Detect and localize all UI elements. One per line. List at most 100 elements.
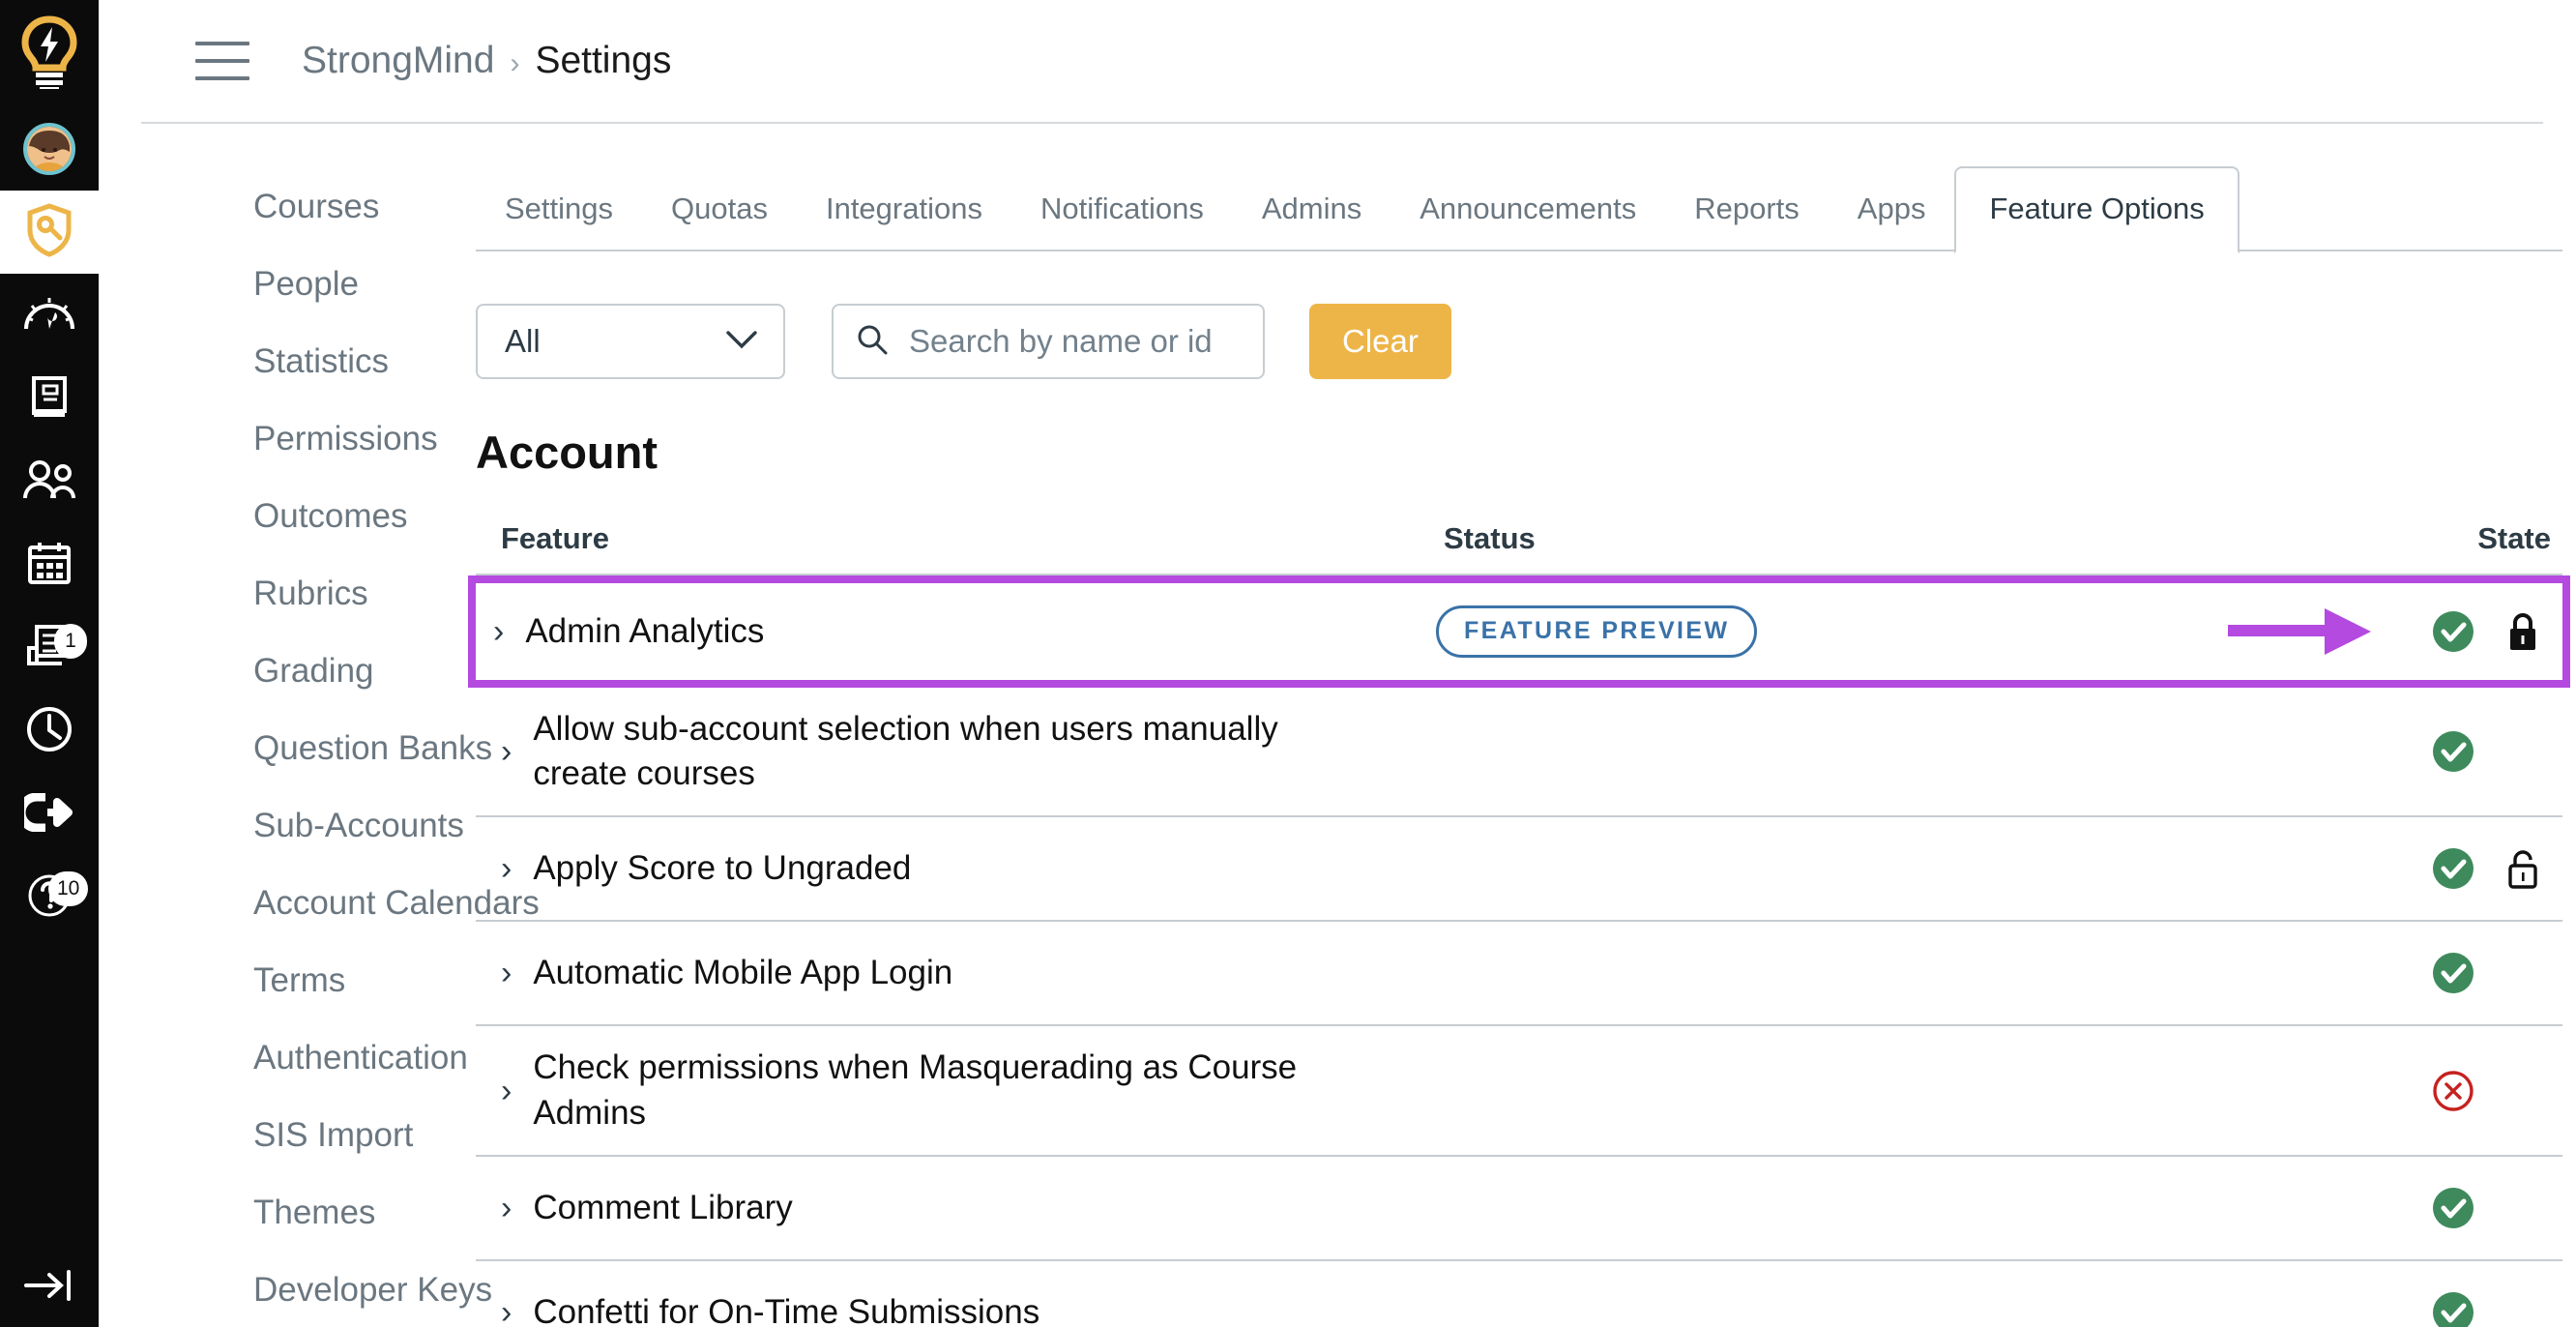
lock-placeholder: [2501, 729, 2545, 774]
green-check-icon[interactable]: [2431, 729, 2475, 774]
table-row[interactable]: › Check permissions when Masquerading as…: [476, 1026, 2562, 1157]
search-input[interactable]: Search by name or id: [832, 304, 1265, 379]
table-row[interactable]: › Comment Library: [476, 1157, 2562, 1261]
lock-closed-icon[interactable]: [2501, 609, 2545, 654]
feature-name: Admin Analytics: [525, 611, 765, 650]
global-nav-item-calendar[interactable]: [0, 523, 99, 606]
search-placeholder: Search by name or id: [909, 323, 1213, 359]
breadcrumb-root[interactable]: StrongMind: [302, 40, 494, 82]
lightbulb-logo-icon[interactable]: [19, 15, 79, 94]
global-nav-item-inbox[interactable]: 1: [0, 606, 99, 690]
content-area: StrongMind › Settings Courses People Sta…: [99, 0, 2576, 1327]
feature-state-cell: [2375, 1290, 2559, 1327]
global-nav-item-history[interactable]: [0, 690, 99, 773]
breadcrumb-separator-icon: ›: [510, 47, 520, 79]
chevron-right-icon[interactable]: ›: [501, 957, 512, 989]
chevron-right-icon[interactable]: ›: [493, 615, 504, 648]
global-nav-item-groups[interactable]: [0, 440, 99, 523]
sidebar-item-themes[interactable]: Themes: [253, 1194, 476, 1232]
table-row[interactable]: › Confetti for On-Time Submissions: [476, 1261, 2562, 1327]
chevron-right-icon[interactable]: ›: [501, 735, 512, 768]
global-nav-item-commons[interactable]: [0, 773, 99, 856]
sidebar-item-terms[interactable]: Terms: [253, 961, 476, 1000]
avatar-icon: [23, 123, 75, 175]
red-x-icon[interactable]: [2431, 1069, 2475, 1113]
global-nav-item-admin[interactable]: [0, 191, 99, 274]
sidebar-item-statistics[interactable]: Statistics: [253, 342, 476, 381]
feature-name-cell: › Check permissions when Masquerading as…: [501, 1046, 1444, 1135]
feature-state-cell: [2375, 1069, 2559, 1113]
application-window: 1 10 StrongMind › Settings Courses Peopl…: [0, 0, 2576, 1327]
clock-icon: [26, 706, 73, 757]
green-check-icon[interactable]: [2431, 846, 2475, 891]
chevron-right-icon[interactable]: ›: [501, 852, 512, 885]
chevron-right-icon[interactable]: ›: [501, 1075, 512, 1107]
feature-table: › Admin Analytics FEATURE PREVIEW › Allo…: [468, 574, 2570, 1327]
chevron-down-icon: [725, 329, 758, 355]
tab-apps[interactable]: Apps: [1829, 192, 1955, 251]
green-check-icon[interactable]: [2431, 1290, 2475, 1327]
table-row[interactable]: › Admin Analytics FEATURE PREVIEW: [468, 575, 2570, 688]
sidebar-item-account-calendars[interactable]: Account Calendars: [253, 884, 540, 923]
tab-reports[interactable]: Reports: [1665, 192, 1829, 251]
sidebar-item-rubrics[interactable]: Rubrics: [253, 575, 476, 613]
global-navigation: 1 10: [0, 0, 99, 1327]
feature-name-cell: › Automatic Mobile App Login: [501, 951, 1444, 995]
feature-state-cell: [2375, 609, 2559, 654]
chevron-right-icon[interactable]: ›: [501, 1296, 512, 1327]
sidebar-item-sub-accounts[interactable]: Sub-Accounts: [253, 807, 476, 845]
column-header-feature: Feature: [501, 521, 609, 555]
green-check-icon[interactable]: [2431, 1186, 2475, 1230]
tab-feature-options[interactable]: Feature Options: [1954, 166, 2239, 253]
green-check-icon[interactable]: [2431, 951, 2475, 995]
inbox-badge-count: 1: [54, 624, 87, 659]
lock-placeholder: [2501, 1069, 2545, 1113]
feature-state-cell: [2375, 1186, 2559, 1230]
tab-admins[interactable]: Admins: [1233, 192, 1390, 251]
hamburger-menu-icon[interactable]: [195, 42, 249, 80]
tab-announcements[interactable]: Announcements: [1390, 192, 1665, 251]
tab-integrations[interactable]: Integrations: [797, 192, 1011, 251]
sidebar-item-sis-import[interactable]: SIS Import: [253, 1116, 476, 1155]
feature-state-cell: [2375, 729, 2559, 774]
top-bar: StrongMind › Settings: [141, 0, 2543, 124]
table-row[interactable]: › Allow sub-account selection when users…: [476, 688, 2562, 818]
feature-name: Comment Library: [533, 1188, 793, 1226]
sidebar-item-outcomes[interactable]: Outcomes: [253, 497, 476, 536]
speedometer-icon: [23, 294, 75, 338]
feature-name: Allow sub-account selection when users m…: [533, 710, 1278, 793]
settings-sidebar: Courses People Statistics Permissions Ou…: [99, 124, 540, 1327]
breadcrumb-current: Settings: [535, 40, 672, 81]
chevron-right-icon[interactable]: ›: [501, 1192, 512, 1224]
sidebar-item-permissions[interactable]: Permissions: [253, 420, 476, 458]
clear-button[interactable]: Clear: [1309, 304, 1451, 379]
sidebar-item-question-banks[interactable]: Question Banks: [253, 729, 492, 768]
feature-name-cell: › Allow sub-account selection when users…: [501, 707, 1444, 796]
global-nav-item-courses[interactable]: [0, 357, 99, 440]
book-icon: [26, 373, 73, 425]
sidebar-item-courses[interactable]: Courses: [253, 188, 476, 226]
sidebar-item-authentication[interactable]: Authentication: [253, 1039, 476, 1077]
status-badge: FEATURE PREVIEW: [1436, 605, 1758, 658]
tab-notifications[interactable]: Notifications: [1011, 192, 1233, 251]
tab-settings[interactable]: Settings: [476, 192, 642, 251]
people-icon: [22, 459, 76, 504]
lock-open-icon[interactable]: [2501, 846, 2545, 891]
global-nav-item-account[interactable]: [0, 107, 99, 191]
tab-quotas[interactable]: Quotas: [642, 192, 797, 251]
collapse-arrow-icon[interactable]: [0, 1269, 99, 1302]
feature-name: Check permissions when Masquerading as C…: [533, 1048, 1298, 1132]
sidebar-item-grading[interactable]: Grading: [253, 652, 476, 691]
global-nav-item-help[interactable]: 10: [0, 856, 99, 939]
lock-placeholder: [2501, 1290, 2545, 1327]
sidebar-item-developer-keys[interactable]: Developer Keys: [253, 1271, 492, 1310]
global-nav-item-dashboard[interactable]: [0, 274, 99, 357]
table-row[interactable]: › Apply Score to Ungraded: [476, 817, 2562, 923]
filter-toolbar: All Search by name or id Clear: [476, 304, 2562, 379]
sidebar-item-people[interactable]: People: [253, 265, 476, 304]
feature-name-cell: › Admin Analytics: [493, 609, 1436, 654]
feature-filter-select[interactable]: All: [476, 304, 785, 379]
green-check-icon[interactable]: [2431, 609, 2475, 654]
table-header: Feature Status State: [476, 521, 2562, 574]
table-row[interactable]: › Automatic Mobile App Login: [476, 922, 2562, 1027]
